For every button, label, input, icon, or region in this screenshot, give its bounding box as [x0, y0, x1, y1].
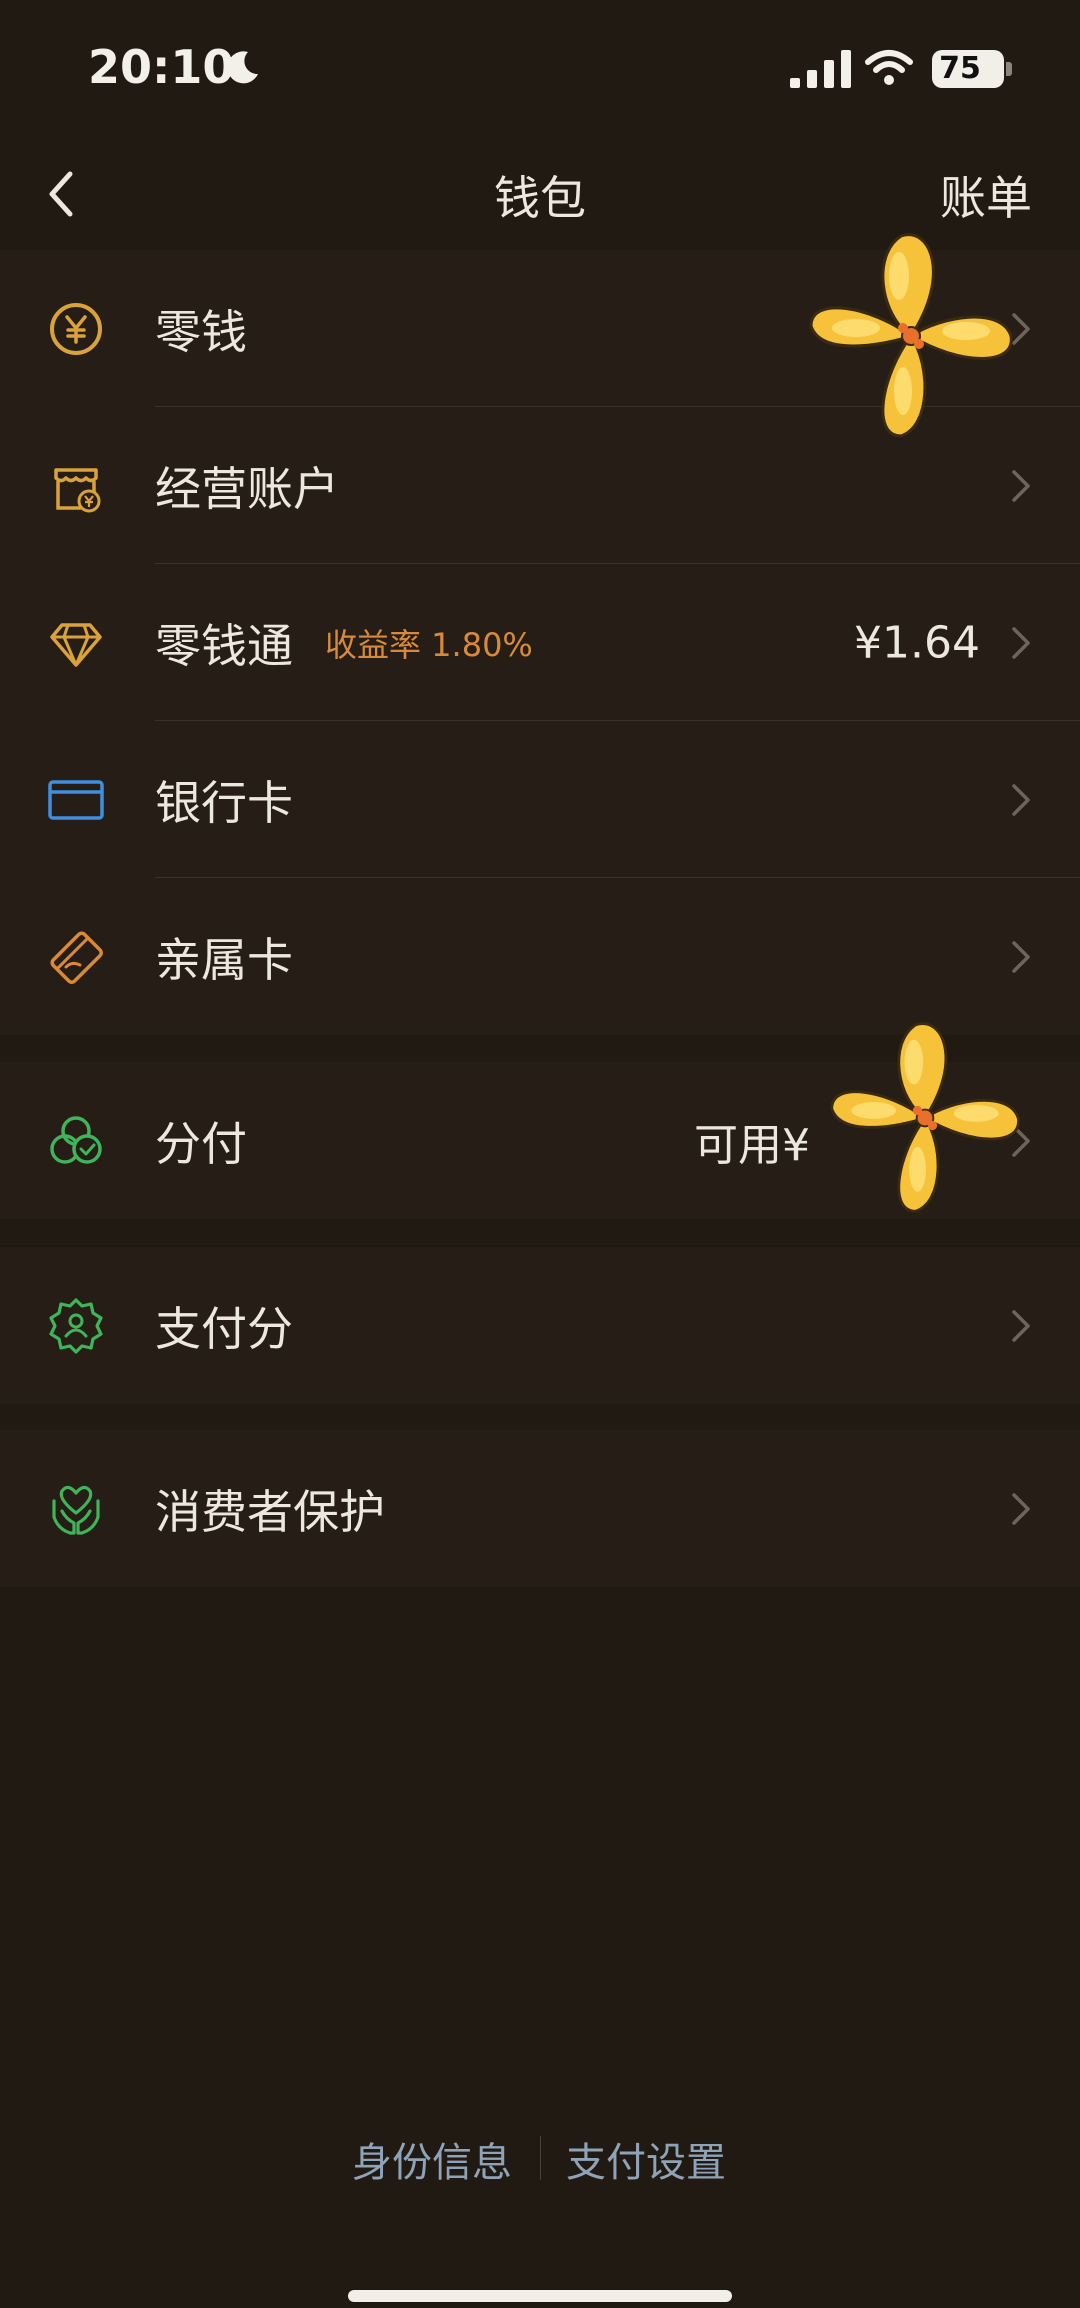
list-item-lingqiantong[interactable]: 零钱通 收益率 1.80% ¥1.64: [0, 564, 1080, 721]
pay-score-icon: [49, 1297, 103, 1354]
row-label: 分付: [155, 1116, 247, 1171]
yuan-coin-icon: [50, 302, 102, 355]
chevron-right-icon: [1012, 783, 1030, 816]
payment-settings-link[interactable]: 支付设置: [566, 2130, 726, 2188]
diamond-icon: [50, 622, 102, 667]
footer-divider: [540, 2136, 541, 2180]
moon-icon: [227, 51, 258, 84]
footer-links: 身份信息 支付设置: [0, 2120, 1080, 2190]
chevron-right-icon: [1012, 1309, 1030, 1342]
status-time: 20:10: [88, 40, 235, 94]
status-bar: 20:10 75: [0, 0, 1080, 140]
flower-sticker: [830, 1022, 1020, 1213]
wallet-group-2b: 支付分: [0, 1247, 1080, 1404]
row-label: 零钱通: [155, 618, 293, 673]
row-label: 亲属卡: [155, 932, 293, 987]
battery-icon: 75: [932, 50, 1004, 88]
wallet-page: 20:10 75 钱包 账单 零钱 经营账户 零钱通 收益率 1.80% ¥1.…: [0, 0, 1080, 2308]
row-label: 零钱: [155, 304, 247, 359]
bank-card-icon: [48, 779, 104, 820]
list-item-pay-score[interactable]: 支付分: [0, 1247, 1080, 1404]
wallet-group-3: 消费者保护: [0, 1430, 1080, 1587]
fenfu-icon: [50, 1115, 102, 1164]
family-card-icon: [50, 930, 103, 984]
chevron-right-icon: [1012, 940, 1030, 973]
flower-sticker: [809, 233, 1013, 438]
row-label: 银行卡: [155, 775, 293, 830]
chevron-right-icon: [1012, 469, 1030, 502]
row-value: 可用¥: [694, 1119, 810, 1171]
row-value: ¥1.64: [854, 617, 980, 668]
list-item-consumer-protection[interactable]: 消费者保护: [0, 1430, 1080, 1587]
identity-info-link[interactable]: 身份信息: [352, 2130, 512, 2188]
row-label: 支付分: [155, 1301, 293, 1356]
list-item-bank-card[interactable]: 银行卡: [0, 721, 1080, 878]
home-indicator[interactable]: [348, 2290, 732, 2302]
battery-tip: [1006, 62, 1012, 76]
signal-icon: [790, 50, 851, 88]
chevron-right-icon: [1012, 1492, 1030, 1525]
row-label: 消费者保护: [155, 1484, 385, 1539]
yield-rate-tag: 收益率 1.80%: [325, 625, 533, 664]
business-account-icon: [54, 467, 101, 512]
row-label: 经营账户: [155, 461, 339, 516]
battery-level: 75: [939, 51, 981, 86]
chevron-right-icon: [1012, 626, 1030, 659]
wifi-icon: [865, 50, 913, 85]
consumer-protection-icon: [52, 1485, 100, 1535]
